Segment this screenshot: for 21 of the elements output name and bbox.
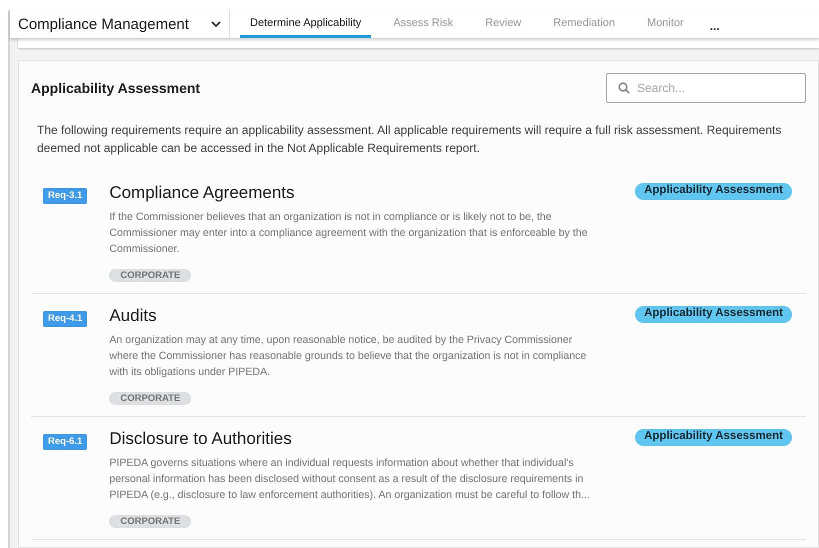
- chevron-icon: [211, 20, 221, 28]
- requirement-title[interactable]: Disclosure to Authorities: [109, 429, 636, 449]
- requirement-description: If the Commissioner believes that an organization is not in compliance or is likely not to be, the Commissioner may enter into a compliance agreement with the organization that is enforceable by the Commissioner.: [109, 210, 588, 257]
- search-field[interactable]: Search...: [606, 73, 806, 103]
- requirement-id: Req-4.1: [43, 311, 88, 327]
- status-badge: Applicability Assessment: [635, 183, 792, 200]
- requirement-title[interactable]: Audits: [109, 306, 636, 326]
- status-badge: Applicability Assessment: [635, 429, 792, 446]
- intro-text: The following requirements require an applicability assessment. All applicable requirements will require a full risk assessment. Requirements deemed not applicable can be accessed in the Not Applicable Requirements report.: [37, 122, 782, 157]
- more-button[interactable]: ...: [706, 10, 724, 38]
- category-tag: CORPORATE: [109, 515, 192, 528]
- requirement-description: An organization may at any time, upon reasonable notice, be audited by the Privacy Commissioner where the Commissioner has reasonable grounds to believe that the organization is not in compliance with its obligations under PIPEDA.: [109, 333, 588, 380]
- category-tag: CORPORATE: [109, 392, 192, 405]
- requirement-id: Req-6.1: [43, 434, 88, 450]
- requirement-description: PIPEDA governs situations where an individual requests information about whether that individual's personal information has been disclosed without consent as a result of the disclosure requirements in PIPEDA (e.g., disclosure to law enforcement authorities). An organization must be careful to follow th...: [109, 456, 591, 503]
- requirement-title[interactable]: Compliance Agreements: [109, 183, 636, 203]
- module-dropdown[interactable]: Compliance Management: [10, 10, 230, 38]
- requirement-id: Req-3.1: [43, 188, 88, 204]
- panel-title: Applicability Assessment: [31, 80, 200, 96]
- category-tag: CORPORATE: [109, 269, 192, 282]
- status-badge: Applicability Assessment: [635, 306, 792, 323]
